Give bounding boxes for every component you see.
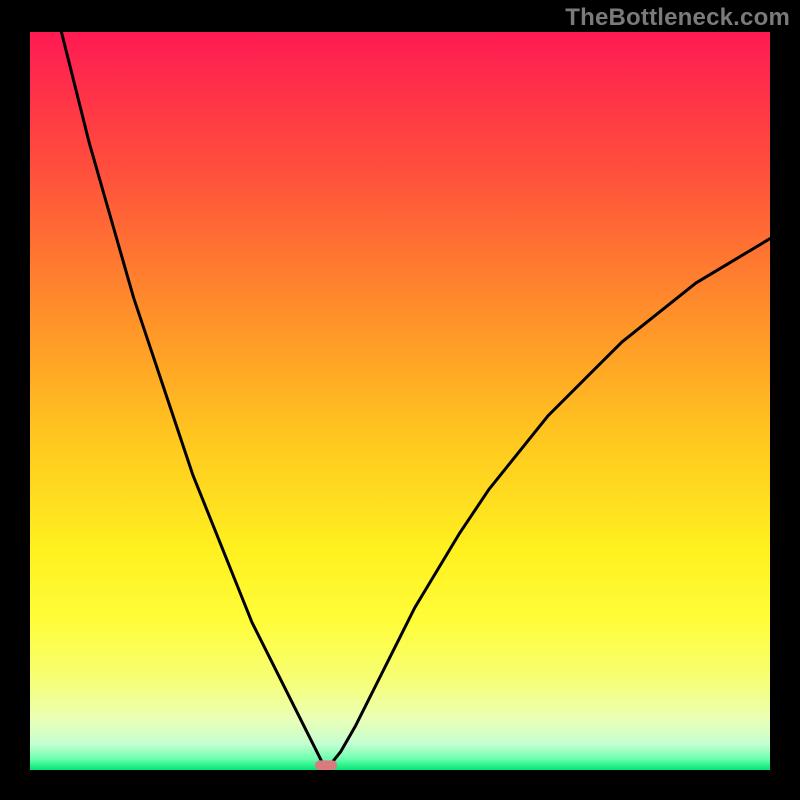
plot-area — [30, 32, 770, 770]
attribution-label: TheBottleneck.com — [565, 4, 790, 32]
optimal-marker — [315, 760, 337, 770]
bottleneck-curve-chart — [30, 32, 770, 770]
gradient-background — [30, 32, 770, 770]
chart-container: TheBottleneck.com — [0, 0, 800, 800]
